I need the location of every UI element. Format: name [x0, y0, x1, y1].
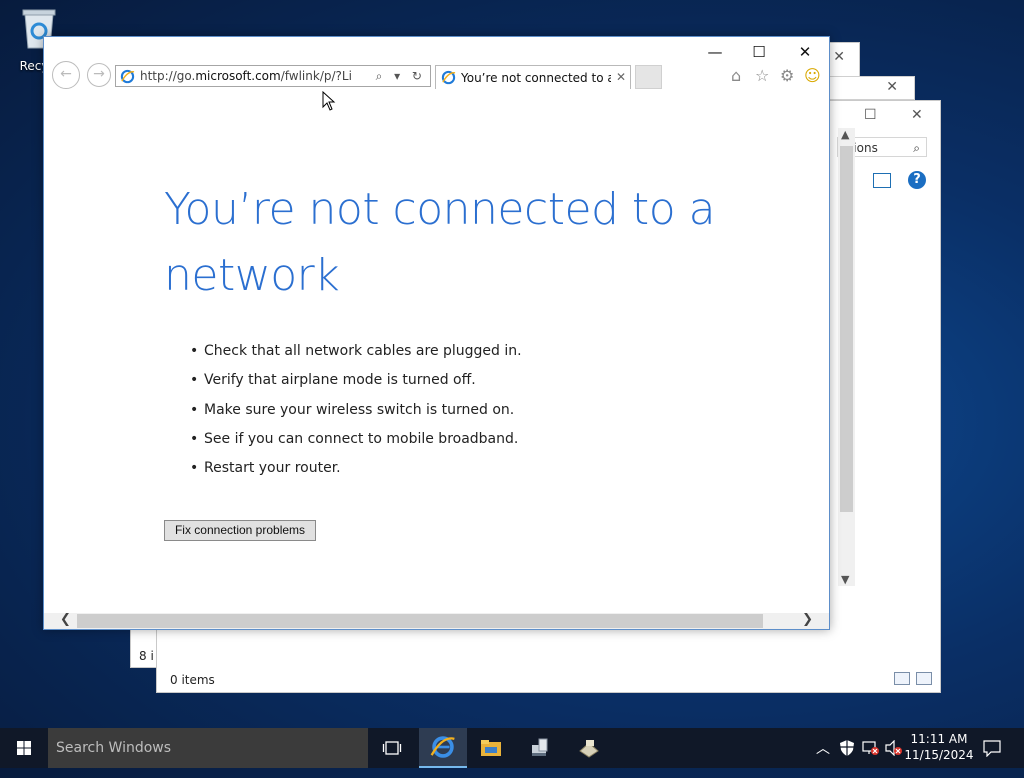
vertical-scrollbar[interactable]: ▲ ▼ [838, 128, 855, 586]
list-item: See if you can connect to mobile broadba… [190, 427, 522, 456]
taskbar-clock[interactable]: 11:11 AM 11/15/2024 [904, 731, 974, 763]
close-icon[interactable]: ✕ [886, 79, 898, 95]
taskbar-internet-explorer[interactable] [419, 728, 467, 768]
status-bar: 0 items [157, 666, 940, 692]
tab-title: You’re not connected to a n... [461, 71, 611, 85]
clock-date: 11/15/2024 [904, 748, 974, 762]
mouse-cursor-icon [322, 91, 336, 111]
fix-connection-button[interactable]: Fix connection problems [164, 520, 316, 541]
horizontal-scrollbar[interactable]: ❮ ❯ [44, 612, 829, 629]
scroll-thumb[interactable] [840, 146, 853, 512]
close-icon[interactable]: ✕ [911, 107, 923, 123]
taskbar: Search Windows ︿ 11:11 AM 11/15/2024 [0, 728, 1024, 768]
search-icon: ⌕ [913, 141, 920, 155]
scroll-down-icon[interactable]: ▼ [841, 573, 849, 586]
status-item-count: 0 items [170, 673, 215, 687]
help-icon[interactable]: ? [908, 171, 926, 189]
troubleshooting-list: Check that all network cables are plugge… [190, 339, 522, 485]
task-view-button[interactable] [368, 728, 416, 768]
start-button[interactable] [0, 728, 48, 768]
action-center-icon[interactable] [983, 739, 1001, 757]
taskbar-server-manager[interactable] [516, 728, 564, 768]
scroll-right-icon[interactable]: ❯ [802, 612, 813, 627]
settings-icon[interactable]: ⚙ [780, 66, 794, 85]
taskbar-search-input[interactable]: Search Windows [48, 728, 368, 768]
view-toggle [894, 672, 932, 685]
close-icon[interactable]: ✕ [833, 49, 845, 65]
scroll-up-icon[interactable]: ▲ [841, 128, 849, 141]
tab-close-icon[interactable]: ✕ [616, 66, 626, 88]
network-app-icon [579, 740, 599, 758]
list-item: Make sure your wireless switch is turned… [190, 398, 522, 427]
maximize-icon[interactable]: ☐ [747, 43, 771, 61]
network-disconnected-icon[interactable] [862, 740, 880, 756]
taskbar-network-app[interactable] [565, 728, 613, 768]
ie-logo-icon [120, 69, 135, 84]
taskbar-file-explorer[interactable] [467, 728, 515, 768]
details-view-icon[interactable] [894, 672, 910, 685]
back-button[interactable]: ← [52, 61, 80, 89]
list-item: Restart your router. [190, 456, 522, 485]
list-item: Verify that airplane mode is turned off. [190, 368, 522, 397]
minimize-icon[interactable]: — [703, 43, 727, 61]
favorites-icon[interactable]: ☆ [755, 66, 769, 85]
folder-icon [481, 740, 501, 756]
security-shield-icon[interactable] [839, 739, 855, 757]
item-count-partial: 8 i [139, 649, 154, 663]
tab-not-connected[interactable]: You’re not connected to a n... ✕ [435, 65, 631, 89]
maximize-icon[interactable]: ☐ [864, 107, 877, 123]
error-headline: You’re not connected to a network [164, 184, 716, 301]
url-text[interactable]: http://go.microsoft.com/fwlink/p/?LinkId… [140, 66, 352, 86]
scroll-thumb[interactable] [77, 614, 763, 628]
close-icon[interactable]: ✕ [793, 43, 817, 61]
forward-button[interactable]: → [87, 63, 111, 87]
show-hidden-icons[interactable]: ︿ [816, 738, 830, 778]
list-item: Check that all network cables are plugge… [190, 339, 522, 368]
ie-logo-icon [430, 736, 455, 758]
address-tools-icon[interactable]: ⌕ ▾ ↻ [376, 66, 426, 86]
task-view-icon [382, 741, 402, 755]
large-icons-view-icon[interactable] [916, 672, 932, 685]
new-tab-button[interactable] [635, 65, 662, 89]
server-manager-icon [532, 738, 548, 756]
ie-logo-icon [441, 70, 456, 85]
windows-logo-icon [17, 741, 31, 755]
clock-time: 11:11 AM [910, 732, 968, 746]
internet-explorer-window[interactable]: — ☐ ✕ ← → http://go.microsoft.com/fwlink… [43, 36, 830, 630]
home-icon[interactable]: ⌂ [731, 66, 741, 85]
address-bar[interactable]: http://go.microsoft.com/fwlink/p/?LinkId… [115, 65, 431, 87]
details-pane-icon[interactable] [873, 173, 891, 188]
volume-muted-icon[interactable] [885, 740, 903, 756]
scroll-left-icon[interactable]: ❮ [60, 612, 71, 627]
feedback-smiley-icon[interactable]: ☺ [804, 66, 821, 85]
